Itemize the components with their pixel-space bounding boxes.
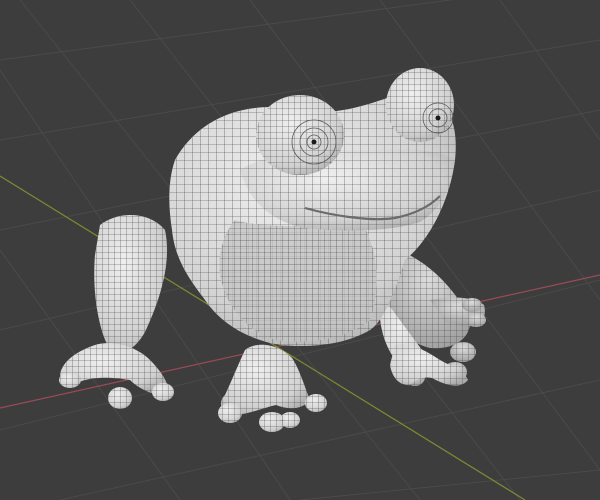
frog-left-pupil — [311, 139, 317, 145]
frog-right-pupil — [435, 115, 441, 121]
frog-right-eye — [386, 68, 454, 142]
3d-viewport[interactable] — [0, 0, 600, 500]
frog-left-eye — [256, 95, 344, 175]
